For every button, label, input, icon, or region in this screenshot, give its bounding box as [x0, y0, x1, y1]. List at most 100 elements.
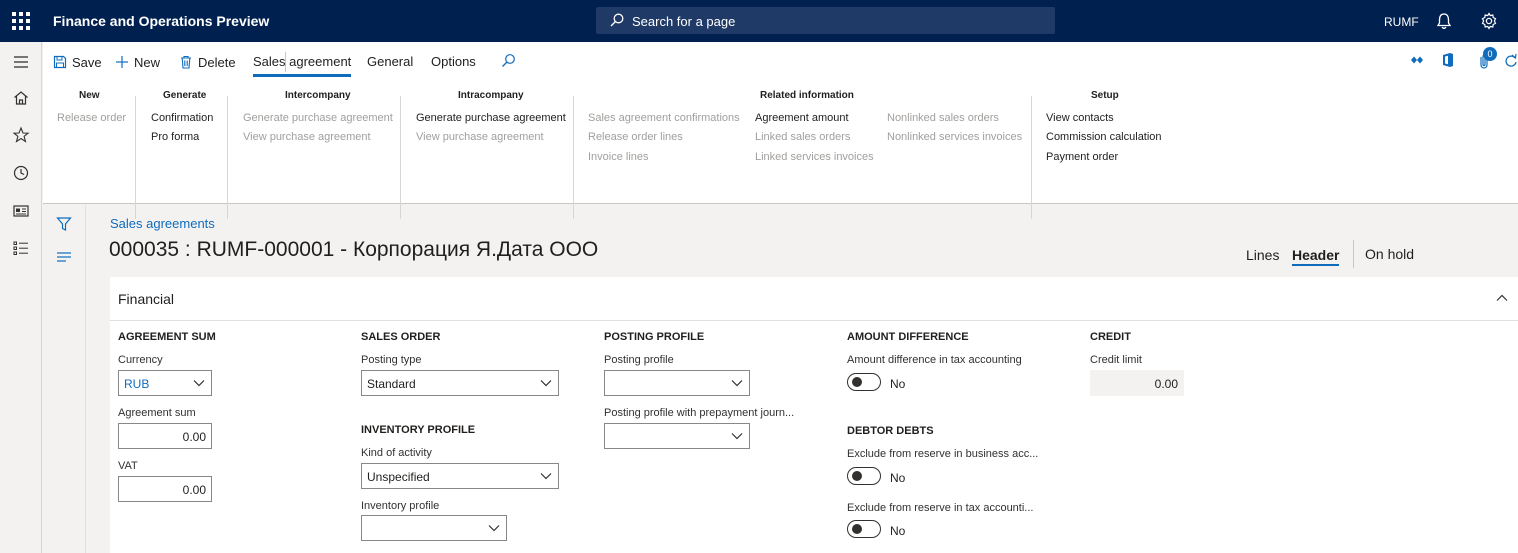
attachments-count-badge: 0 [1483, 47, 1497, 61]
vat-value: 0.00 [182, 483, 206, 497]
posting-type-label: Posting type [361, 354, 422, 366]
delete-button[interactable]: Delete [179, 52, 236, 72]
intercompany-generate-purchase-agreement[interactable]: Generate purchase agreement [243, 112, 393, 124]
nonlinked-sales-orders-button[interactable]: Nonlinked sales orders [887, 112, 999, 124]
section-posting-profile: POSTING PROFILE [604, 331, 705, 343]
top-navbar: Finance and Operations Preview Search fo… [0, 0, 1518, 42]
refresh-icon[interactable] [1505, 53, 1517, 69]
currency-value: RUB [124, 377, 150, 391]
workspaces-icon[interactable] [12, 202, 30, 220]
trash-icon [181, 55, 191, 69]
save-label: Save [72, 54, 102, 70]
kind-of-activity-label: Kind of activity [361, 447, 432, 459]
vat-label: VAT [118, 460, 138, 472]
tab-sales-agreement[interactable]: Sales agreement [253, 54, 352, 77]
section-debtor-debts: DEBTOR DEBTS [847, 425, 934, 437]
release-order-lines-button[interactable]: Release order lines [588, 131, 683, 143]
filter-icon[interactable] [56, 216, 72, 232]
section-agreement-sum: AGREEMENT SUM [118, 331, 216, 343]
gear-icon[interactable] [1480, 12, 1498, 30]
home-icon[interactable] [12, 89, 30, 107]
group-title-intercompany: Intercompany [285, 90, 351, 101]
release-order-button[interactable]: Release order [57, 112, 126, 124]
linked-services-invoices-button[interactable]: Linked services invoices [755, 151, 874, 163]
modules-list-icon[interactable] [12, 239, 30, 257]
fasttab-header[interactable]: Financial [110, 277, 1518, 321]
currency-select[interactable]: RUB [118, 370, 212, 396]
posting-profile-select[interactable] [604, 370, 750, 396]
app-launcher-icon[interactable] [12, 12, 30, 30]
tab-general[interactable]: General [367, 54, 413, 69]
power-automate-icon[interactable] [1409, 54, 1425, 66]
app-title[interactable]: Finance and Operations Preview [53, 13, 269, 29]
exclude-business-label: Exclude from reserve in business acc... [847, 448, 1039, 460]
inventory-profile-select[interactable] [361, 515, 507, 541]
breadcrumb[interactable]: Sales agreements [110, 216, 215, 231]
inventory-profile-label: Inventory profile [361, 500, 440, 512]
nonlinked-services-invoices-button[interactable]: Nonlinked services invoices [887, 131, 1022, 143]
credit-limit-field: 0.00 [1090, 370, 1184, 396]
section-credit: CREDIT [1090, 331, 1131, 343]
commission-calculation-button[interactable]: Commission calculation [1046, 131, 1162, 143]
agreement-sum-field[interactable]: 0.00 [118, 423, 212, 449]
amount-difference-tax-toggle[interactable] [847, 373, 881, 391]
on-hold-button[interactable]: On hold [1365, 246, 1414, 262]
group-title-intracompany: Intracompany [458, 90, 524, 101]
invoice-lines-button[interactable]: Invoice lines [588, 151, 649, 163]
group-title-new: New [79, 90, 100, 101]
payment-order-button[interactable]: Payment order [1046, 151, 1118, 163]
toggle-knob [852, 471, 862, 481]
kind-of-activity-select[interactable]: Unspecified [361, 463, 559, 489]
view-tab-lines[interactable]: Lines [1246, 247, 1279, 263]
linked-sales-orders-button[interactable]: Linked sales orders [755, 131, 850, 143]
exclude-tax-toggle[interactable] [847, 520, 881, 538]
save-icon [53, 55, 67, 69]
view-tab-header[interactable]: Header [1292, 247, 1340, 266]
favorites-star-icon[interactable] [12, 126, 30, 144]
search-icon [610, 13, 624, 27]
save-button[interactable]: Save [53, 52, 102, 72]
currency-label: Currency [118, 354, 163, 366]
company-picker[interactable]: RUMF [1384, 15, 1419, 29]
tab-options[interactable]: Options [431, 54, 476, 69]
agreement-sum-value: 0.00 [182, 430, 206, 444]
page-title: 000035 : RUMF-000001 - Корпорация Я.Дата… [109, 238, 599, 261]
filter-rail [43, 205, 86, 553]
amount-difference-tax-label: Amount difference in tax accounting [847, 354, 1022, 366]
section-amount-difference: AMOUNT DIFFERENCE [847, 331, 969, 343]
posting-type-select[interactable]: Standard [361, 370, 559, 396]
pro-forma-button[interactable]: Pro forma [151, 131, 199, 143]
delete-label: Delete [198, 54, 236, 70]
intracompany-view-purchase-agreement[interactable]: View purchase agreement [416, 131, 544, 143]
list-icon[interactable] [56, 251, 72, 263]
new-button[interactable]: New [115, 52, 160, 72]
intracompany-generate-purchase-agreement[interactable]: Generate purchase agreement [416, 112, 566, 124]
action-pane-toolbar: Save New Delete Sales agreement General … [43, 42, 1518, 79]
group-divider [1031, 96, 1032, 219]
hamburger-menu-icon[interactable] [12, 53, 30, 71]
toggle-knob [852, 377, 862, 387]
chevron-down-icon [731, 380, 743, 387]
exclude-business-toggle[interactable] [847, 467, 881, 485]
intercompany-view-purchase-agreement[interactable]: View purchase agreement [243, 131, 371, 143]
group-title-related-information: Related information [760, 90, 854, 101]
chevron-down-icon [540, 473, 552, 480]
exclude-tax-label: Exclude from reserve in tax accounti... [847, 502, 1034, 514]
chevron-up-icon[interactable] [1495, 291, 1509, 305]
bell-icon[interactable] [1436, 12, 1452, 30]
view-contacts-button[interactable]: View contacts [1046, 112, 1114, 124]
office-icon[interactable] [1441, 52, 1455, 68]
view-divider [1353, 240, 1354, 268]
vat-field[interactable]: 0.00 [118, 476, 212, 502]
agreement-sum-label: Agreement sum [118, 407, 196, 419]
toggle-knob [852, 524, 862, 534]
amount-difference-tax-value: No [890, 377, 906, 391]
prepayment-profile-select[interactable] [604, 423, 750, 449]
search-box[interactable]: Search for a page [596, 7, 1055, 34]
action-pane: Save New Delete Sales agreement General … [43, 42, 1518, 219]
search-actions-icon[interactable] [501, 53, 516, 68]
agreement-amount-button[interactable]: Agreement amount [755, 112, 849, 124]
recent-clock-icon[interactable] [12, 164, 30, 182]
confirmation-button[interactable]: Confirmation [151, 112, 213, 124]
sales-agreement-confirmations-button[interactable]: Sales agreement confirmations [588, 112, 740, 124]
